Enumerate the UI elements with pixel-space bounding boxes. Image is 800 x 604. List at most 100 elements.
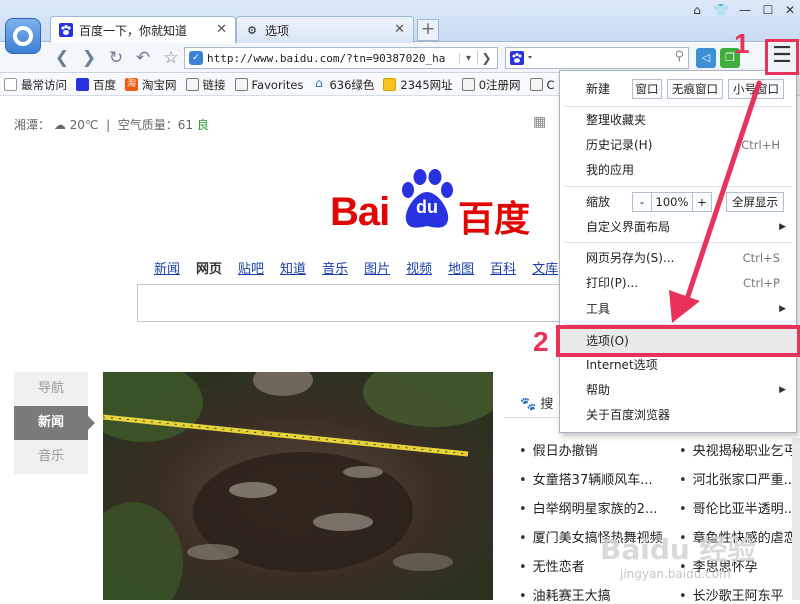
baidu-logo: Bai du 百度 <box>330 160 530 240</box>
menu-item-save-as[interactable]: 网页另存为(S)... Ctrl+S <box>560 246 796 270</box>
go-arrow-icon[interactable]: ❯ <box>477 51 495 65</box>
close-window-icon[interactable]: ✕ <box>779 3 800 21</box>
home-icon[interactable]: ⌂ <box>686 3 708 21</box>
news-item[interactable]: 油耗赛王大搞 <box>519 585 611 604</box>
caret-right-icon <box>88 416 95 430</box>
back-icon[interactable]: ❮ <box>50 46 74 70</box>
zoom-in-button[interactable]: + <box>692 192 712 212</box>
news-item[interactable]: 央视揭秘职业乞丐 <box>679 440 797 459</box>
forward-icon[interactable]: ❯ <box>77 46 101 70</box>
menu-divider <box>564 106 792 107</box>
news-photo[interactable] <box>103 372 493 600</box>
zoom-out-button[interactable]: - <box>632 192 652 212</box>
news-divider <box>504 417 559 418</box>
menu-item-internet-options[interactable]: Internet选项 <box>560 353 796 377</box>
menu-item-help[interactable]: 帮助 ▶ <box>560 378 796 402</box>
chevron-right-icon: ▶ <box>779 304 786 314</box>
share-icon[interactable]: ◁ <box>696 48 716 68</box>
sidenav-item-nav[interactable]: 导航 <box>14 372 88 406</box>
shield-icon: ✓ <box>189 51 203 65</box>
cloud-icon: ☁ <box>53 118 66 132</box>
menu-item-about[interactable]: 关于百度浏览器 <box>560 403 796 427</box>
bookmark-most-visited[interactable]: 最常访问 <box>4 77 67 93</box>
bookmark-2345[interactable]: 2345网址 <box>383 77 453 93</box>
tab-options[interactable]: ⚙ 选项 ✕ <box>236 16 414 43</box>
menu-item-print[interactable]: 打印(P)... Ctrl+P <box>560 271 796 295</box>
nav-link-images[interactable]: 图片 <box>364 258 390 277</box>
menu-item-history[interactable]: 历史记录(H) Ctrl+H <box>560 133 796 157</box>
sidenav-item-news[interactable]: 新闻 <box>14 406 95 440</box>
chevron-right-icon: ▶ <box>779 385 786 395</box>
undo-icon[interactable]: ↶ <box>131 46 155 70</box>
menu-button[interactable]: ☰ <box>765 39 799 75</box>
browser-logo-icon[interactable] <box>5 18 41 54</box>
watermark-url: jingyan.baidu.com <box>620 567 731 581</box>
new-window-button[interactable]: 窗口 <box>632 79 662 99</box>
search-input[interactable]: ⚲ <box>505 47 689 69</box>
page-icon <box>529 78 543 91</box>
nav-link-baike[interactable]: 百科 <box>490 258 516 277</box>
nav-link-wenku[interactable]: 文库 <box>532 258 558 277</box>
house-icon: ⌂ <box>315 76 323 90</box>
news-item[interactable]: 河北张家口严重... <box>679 469 796 488</box>
url-text[interactable]: http://www.baidu.com/?tn=90387020_ha <box>207 52 459 65</box>
menu-item-manage-bookmarks[interactable]: 整理收藏夹 <box>560 108 796 132</box>
address-bar[interactable]: ✓ http://www.baidu.com/?tn=90387020_ha ▾… <box>184 47 498 69</box>
news-item[interactable]: 长沙歌王阿东平 <box>679 585 784 604</box>
baidu-paw-icon: 🐾 <box>520 397 537 412</box>
bookmark-favorites[interactable]: Favorites <box>234 78 303 92</box>
news-item[interactable]: 假日办撤销 <box>519 440 598 459</box>
search-icon[interactable]: ⚲ <box>674 49 684 64</box>
bookmark-links[interactable]: 链接 <box>185 77 226 93</box>
close-icon[interactable]: ✕ <box>394 22 405 37</box>
news-item[interactable]: 无性恋者 <box>519 556 585 575</box>
chevron-down-icon[interactable]: ▾ <box>459 52 477 64</box>
new-private-window-button[interactable]: 无痕窗口 <box>667 79 723 99</box>
bookmark-taobao[interactable]: 淘淘宝网 <box>125 77 177 93</box>
tab-baidu[interactable]: 百度一下，你就知道 ✕ <box>50 16 236 43</box>
scrollbar[interactable] <box>792 438 800 600</box>
nav-link-web[interactable]: 网页 <box>196 258 222 277</box>
2345-icon <box>383 78 397 91</box>
search-engine-icon[interactable] <box>509 50 537 66</box>
menu-item-custom-layout[interactable]: 自定义界面布局 ▶ <box>560 215 796 239</box>
fullscreen-button[interactable]: 全屏显示 <box>726 192 784 212</box>
star-icon[interactable]: ☆ <box>159 46 183 70</box>
skin-icon[interactable]: 👕 <box>710 3 732 21</box>
new-alt-window-button[interactable]: 小号窗口 <box>728 79 784 99</box>
tab-label: 百度一下，你就知道 <box>79 23 188 38</box>
watermark: Baidu 经验 <box>600 533 756 566</box>
baidu-paw-icon <box>76 78 89 91</box>
refresh-icon[interactable]: ↻ <box>104 46 128 70</box>
menu-item-tools[interactable]: 工具 ▶ <box>560 297 796 321</box>
nav-link-music[interactable]: 音乐 <box>322 258 348 277</box>
new-tab-button[interactable]: + <box>417 19 439 41</box>
nav-link-zhidao[interactable]: 知道 <box>280 258 306 277</box>
menu-divider <box>564 242 792 243</box>
folder-icon <box>234 78 248 91</box>
bookmark-0reg[interactable]: 0注册网 <box>461 77 521 93</box>
page-icon <box>4 78 17 91</box>
nav-link-map[interactable]: 地图 <box>448 258 474 277</box>
news-item[interactable]: 女童搭37辆顺风车... <box>519 469 653 488</box>
minimize-icon[interactable]: — <box>734 3 756 21</box>
close-icon[interactable]: ✕ <box>216 22 227 37</box>
skin-settings-icon[interactable]: ▦ <box>533 114 549 130</box>
nav-link-tieba[interactable]: 贴吧 <box>238 258 264 277</box>
news-item[interactable]: 哥伦比亚半透明... <box>679 498 796 517</box>
bookmark-baidu[interactable]: 百度 <box>76 77 116 93</box>
baidu-paw-icon <box>59 23 73 37</box>
maximize-icon[interactable]: ☐ <box>757 3 779 21</box>
news-section-header[interactable]: 🐾 搜 <box>520 393 553 412</box>
nav-link-video[interactable]: 视频 <box>406 258 432 277</box>
sidenav-item-music[interactable]: 音乐 <box>14 440 88 474</box>
news-item[interactable]: 白举纲明星家族的2... <box>519 498 658 517</box>
menu-item-my-apps[interactable]: 我的应用 <box>560 158 796 182</box>
baidu-search-input[interactable] <box>137 284 562 322</box>
bookmark-c[interactable]: C <box>529 78 555 92</box>
baidu-nav-links: 新闻 网页 贴吧 知道 音乐 图片 视频 地图 百科 文库 <box>154 258 574 277</box>
nav-link-news[interactable]: 新闻 <box>154 258 180 277</box>
weather-widget[interactable]: 湘潭： ☁ 20℃ | 空气质量：61 良 <box>14 116 209 133</box>
bookmark-636[interactable]: ⌂ 636绿色 <box>312 77 374 93</box>
menu-divider <box>564 186 792 187</box>
